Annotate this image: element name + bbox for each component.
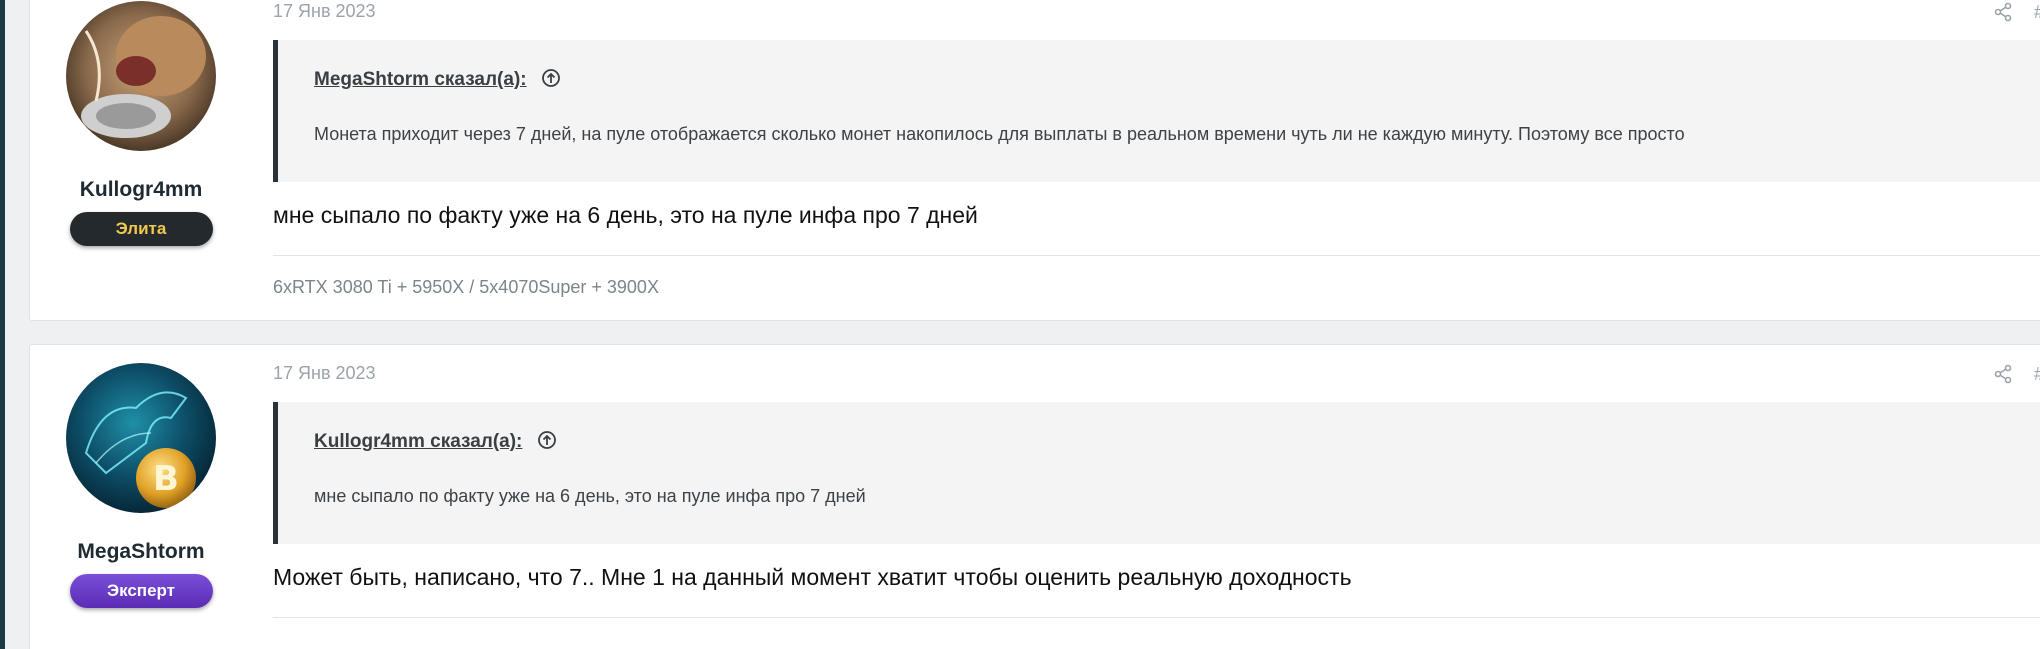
arrow-up-circle-icon[interactable] bbox=[541, 68, 561, 88]
quote-author-link[interactable]: Kullogr4mm сказал(а): bbox=[314, 431, 522, 453]
post-date[interactable]: 17 Янв 2023 bbox=[273, 363, 2040, 384]
post-date[interactable]: 17 Янв 2023 bbox=[273, 1, 2040, 22]
quote-block: Kullogr4mm сказал(а): мне сыпало по факт… bbox=[273, 402, 2040, 544]
username[interactable]: MegaShtorm bbox=[66, 540, 216, 564]
share-icon[interactable] bbox=[1993, 364, 2013, 384]
message-body: мне сыпало по факту уже на 6 день, это н… bbox=[273, 202, 978, 228]
post-permalink[interactable]: # bbox=[2034, 2, 2040, 23]
post-permalink[interactable]: # bbox=[2034, 364, 2040, 385]
bitcoin-bull-avatar-icon: B bbox=[66, 363, 216, 513]
quote-text: Монета приходит через 7 дней, на пуле от… bbox=[314, 124, 1685, 144]
window-left-edge bbox=[0, 0, 5, 649]
post-author: Kullogr4mm Элита bbox=[66, 1, 216, 246]
avatar[interactable]: B bbox=[66, 363, 216, 513]
quote-author-link[interactable]: MegaShtorm сказал(а): bbox=[314, 69, 527, 91]
quote-block: MegaShtorm сказал(а): Монета приходит че… bbox=[273, 40, 2040, 182]
signature-divider bbox=[273, 255, 2040, 256]
post-content: 17 Янв 2023 # MegaShtorm сказал(а): Моне… bbox=[273, 1, 2040, 298]
post-content: 17 Янв 2023 # Kullogr4mm сказал(а): мне … bbox=[273, 363, 2040, 618]
message-body: Может быть, написано, что 7.. Мне 1 на д… bbox=[273, 564, 1352, 590]
forum-post: B MegaShtorm Эксперт 17 Янв 2023 # Kullo… bbox=[29, 344, 2040, 649]
quote-text: мне сыпало по факту уже на 6 день, это н… bbox=[314, 486, 866, 506]
arrow-up-circle-icon[interactable] bbox=[537, 430, 557, 450]
post-author: B MegaShtorm Эксперт bbox=[66, 363, 216, 608]
user-rank-badge: Эксперт bbox=[69, 574, 213, 608]
user-rank-badge: Элита bbox=[69, 212, 213, 246]
share-icon[interactable] bbox=[1993, 2, 2013, 22]
forum-post: Kullogr4mm Элита 17 Янв 2023 # MegaShtor… bbox=[29, 0, 2040, 321]
post-actions: # bbox=[1993, 1, 2040, 23]
signature-divider bbox=[273, 617, 2040, 618]
cat-avatar-icon bbox=[66, 1, 216, 151]
avatar[interactable] bbox=[66, 1, 216, 151]
post-actions: # bbox=[1993, 363, 2040, 385]
user-signature: 6xRTX 3080 Ti + 5950X / 5x4070Super + 39… bbox=[273, 277, 659, 297]
svg-text:B: B bbox=[153, 459, 179, 499]
username[interactable]: Kullogr4mm bbox=[66, 178, 216, 202]
